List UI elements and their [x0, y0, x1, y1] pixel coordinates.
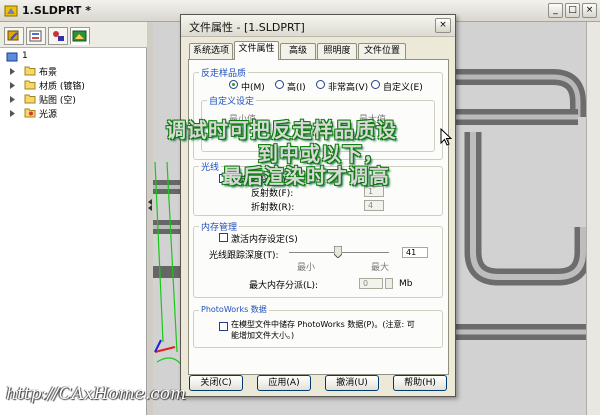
- memory-unit: Mb: [399, 279, 413, 289]
- radio-medium[interactable]: [229, 80, 238, 89]
- tree-item-label: 光源: [39, 110, 58, 120]
- photoworks-data-label: PhotoWorks 数据: [199, 304, 269, 315]
- close-window-button[interactable]: ×: [582, 3, 597, 18]
- featuremanager-tab[interactable]: [4, 27, 24, 45]
- expand-arrow-icon: [10, 96, 15, 103]
- minimize-button[interactable]: _: [548, 3, 563, 18]
- dialog-title: 文件属性 - [1.SLDPRT]: [189, 21, 305, 34]
- tree-root-item[interactable]: 1: [4, 50, 144, 64]
- undo-button[interactable]: 撤消(U): [325, 375, 379, 391]
- feature-tree-pane: 1 布景 材质 (镀铬) 贴图 (空) 光源: [0, 22, 147, 415]
- radio-very-high[interactable]: [316, 80, 325, 89]
- radio-high[interactable]: [275, 80, 284, 89]
- maximize-button[interactable]: □: [565, 3, 580, 18]
- tab-illumination[interactable]: 照明度: [317, 43, 357, 59]
- trace-depth-input[interactable]: 41: [402, 247, 428, 258]
- pane-tabstrip: [0, 22, 147, 48]
- propertymanager-icon: [29, 30, 42, 42]
- refractions-input[interactable]: 4: [364, 200, 384, 211]
- photoworks-icon: [72, 30, 87, 42]
- tutorial-annotation-line-3: 最后渲染时才调高: [222, 164, 390, 188]
- dialog-titlebar: 文件属性 - [1.SLDPRT] ×: [181, 15, 455, 37]
- propertymanager-tab[interactable]: [26, 27, 46, 45]
- tree-item-label: 布景: [39, 68, 58, 78]
- part-icon: [6, 52, 18, 62]
- configuration-icon: [53, 31, 64, 41]
- custom-settings-label: 自定义设定: [207, 94, 257, 107]
- expand-arrow-icon: [10, 110, 15, 117]
- close-button[interactable]: 关闭(C): [189, 375, 243, 391]
- help-button[interactable]: 帮助(H): [393, 375, 447, 391]
- expand-arrow-icon: [10, 68, 15, 75]
- max-memory-spinner[interactable]: [385, 278, 393, 289]
- slider-max-label: 最大: [371, 263, 390, 273]
- antialias-group-label: 反走样品质: [199, 66, 249, 79]
- tab-file-locations[interactable]: 文件位置: [358, 43, 406, 59]
- light-folder-icon: [24, 108, 36, 118]
- tree-item-label: 贴图 (空): [39, 96, 76, 106]
- tree-item-material[interactable]: 材质 (镀铬): [10, 78, 144, 92]
- activate-memory-checkbox[interactable]: [219, 233, 228, 242]
- trace-depth-label: 光线跟踪深度(T):: [209, 251, 279, 261]
- document-properties-dialog: 文件属性 - [1.SLDPRT] × 系统选项 文件属性 高级 照明度 文件位…: [180, 14, 456, 397]
- antialias-custom-label: 自定义(E): [383, 83, 423, 93]
- max-memory-label: 最大内存分派(L):: [249, 281, 319, 291]
- raytrace-group-label: 光线: [199, 160, 222, 173]
- store-photoworks-label-2: 能增加文件大小。): [231, 331, 295, 340]
- radio-custom[interactable]: [371, 80, 380, 89]
- solidworks-part-icon: [4, 5, 18, 17]
- refractions-label: 折射数(R):: [251, 203, 295, 213]
- tree-item-decal[interactable]: 贴图 (空): [10, 92, 144, 106]
- activate-memory-label: 激活内存设定(S): [231, 235, 298, 245]
- tab-panel: 反走样品质 中(M) 高(I) 非常高(V) 自定义(E) 自定义设定 最小值 …: [188, 59, 449, 375]
- store-photoworks-label: 在模型文件中储存 PhotoWorks 数据(P)。(注意: 可: [231, 320, 415, 329]
- tab-advanced[interactable]: 高级: [280, 43, 316, 59]
- antialias-very-high-label: 非常高(V): [328, 83, 369, 93]
- max-memory-input[interactable]: 0: [359, 278, 383, 289]
- featuremanager-icon: [7, 30, 19, 41]
- tab-document-properties[interactable]: 文件属性: [234, 41, 279, 60]
- tree-item-label: 材质 (镀铬): [39, 82, 85, 92]
- expand-arrow-icon: [10, 82, 15, 89]
- antialias-high-label: 高(I): [287, 83, 306, 93]
- folder-icon: [24, 94, 36, 104]
- tree-item-scene[interactable]: 布景: [10, 64, 144, 78]
- dialog-close-button[interactable]: ×: [435, 18, 451, 33]
- slider-min-label: 最小: [297, 263, 316, 273]
- tab-system-options[interactable]: 系统选项: [189, 43, 233, 59]
- apply-button[interactable]: 应用(A): [257, 375, 311, 391]
- photoworks-tab[interactable]: [70, 27, 90, 45]
- folder-icon: [24, 80, 36, 90]
- configuration-tab[interactable]: [48, 27, 68, 45]
- tree-item-lights[interactable]: 光源: [10, 106, 144, 120]
- slider-thumb-icon[interactable]: [334, 246, 342, 258]
- mouse-cursor-icon: [440, 128, 452, 146]
- tree-root-label: 1: [22, 51, 28, 61]
- store-photoworks-checkbox[interactable]: [219, 322, 228, 331]
- site-watermark: http://CAxHome.com: [6, 384, 187, 404]
- antialias-medium-label: 中(M): [241, 83, 265, 93]
- folder-icon: [24, 66, 36, 76]
- window-title: 1.SLDPRT *: [22, 4, 92, 17]
- viewport-scrollbar[interactable]: [586, 22, 600, 415]
